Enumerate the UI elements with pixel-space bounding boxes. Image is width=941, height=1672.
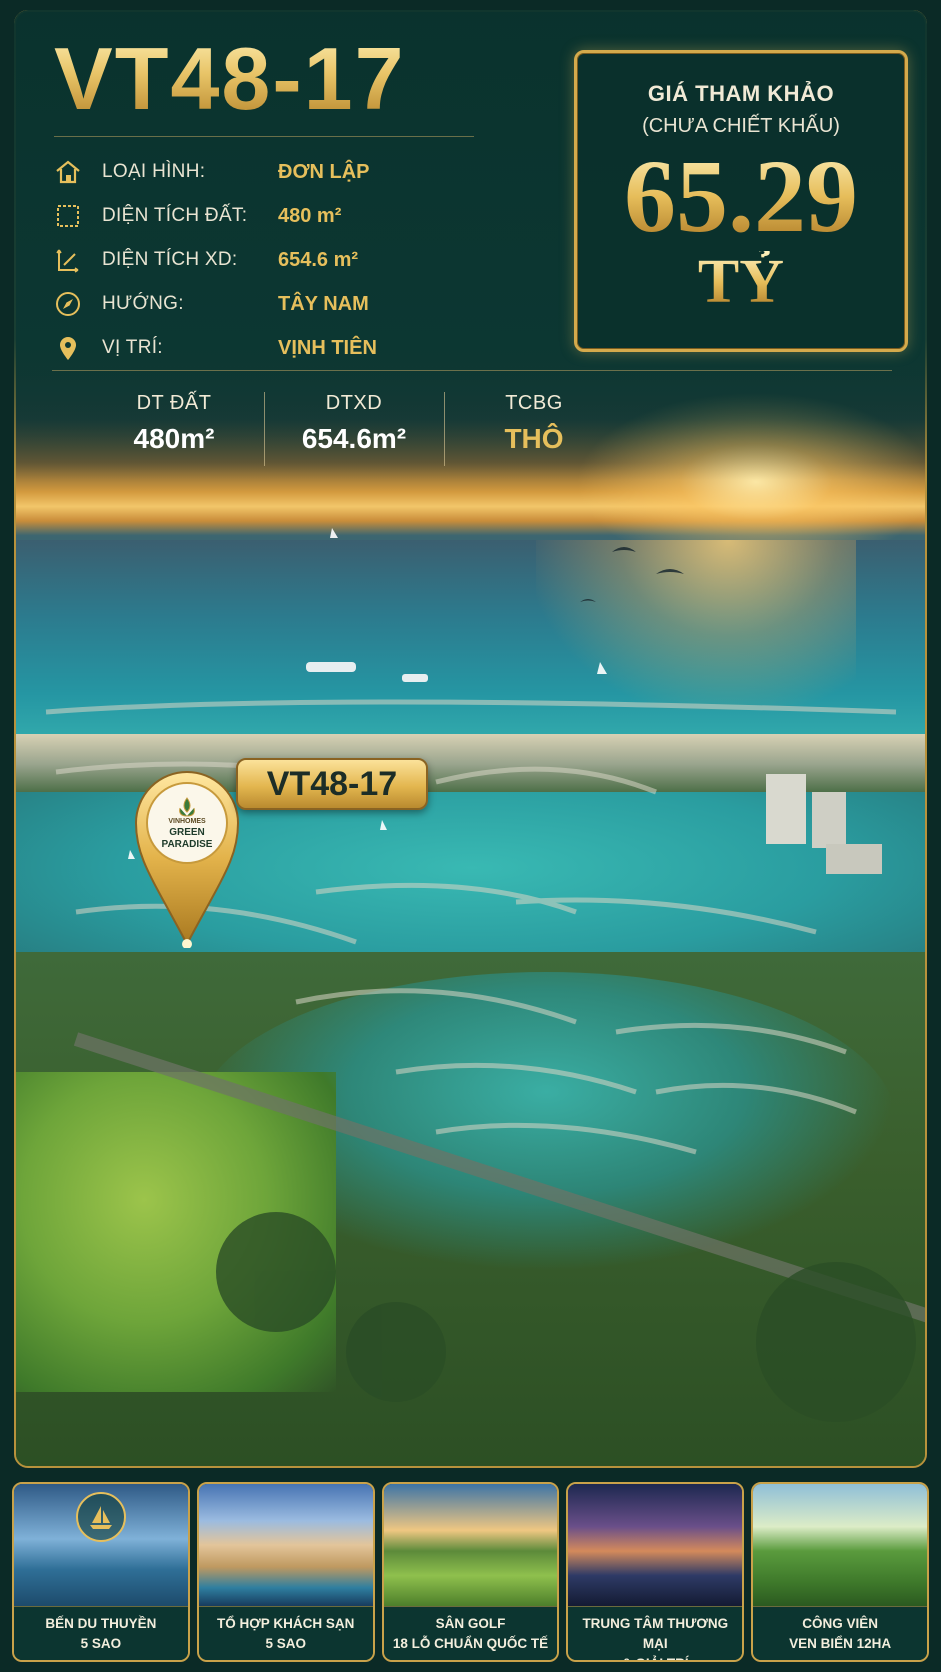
- spec-value: ĐƠN LẬP: [278, 160, 370, 183]
- stat-value: THÔ: [504, 423, 564, 454]
- stat-handover: TCBG THÔ: [444, 392, 624, 468]
- spec-label: LOẠI HÌNH:: [102, 161, 206, 182]
- spec-value: 480 m²: [278, 204, 342, 227]
- amenity-subtitle: VEN BIỂN 12HA: [789, 1636, 892, 1651]
- spec-label: VỊ TRÍ:: [102, 337, 163, 358]
- title-divider: [54, 136, 474, 137]
- specs-divider: [52, 370, 892, 371]
- park-photo: [753, 1484, 927, 1606]
- floor-area-icon: [52, 244, 84, 276]
- amenity-subtitle: 5 SAO: [265, 1636, 306, 1651]
- amenity-card-mall[interactable]: TRUNG TÂM THƯƠNG MẠI & GIẢI TRÍ: [566, 1482, 745, 1662]
- spec-value: VỊNH TIÊN: [278, 336, 377, 359]
- pin-shape: [134, 771, 240, 949]
- spec-value: 654.6 m²: [278, 248, 359, 271]
- amenity-subtitle: 18 LỖ CHUẨN QUỐC TẾ: [392, 1636, 549, 1651]
- price-value: 65.29: [577, 142, 905, 251]
- map-location-pin[interactable]: VINHOMES GREEN PARADISE: [132, 768, 242, 949]
- amenity-title: CÔNG VIÊN: [802, 1616, 878, 1631]
- amenity-card-marina[interactable]: BẾN DU THUYỀN 5 SAO: [12, 1482, 190, 1662]
- amenity-title: TỔ HỢP KHÁCH SẠN: [217, 1616, 355, 1631]
- amenity-subtitle: 5 SAO: [80, 1636, 122, 1651]
- pin-logo-line1: GREEN: [169, 827, 205, 838]
- price-label: GIÁ THAM KHẢO: [647, 81, 835, 106]
- stat-label: DT ĐẤT: [136, 392, 212, 414]
- amenity-title: TRUNG TÂM THƯƠNG MẠI: [582, 1616, 729, 1651]
- spec-list: LOẠI HÌNH: ĐƠN LẬP DIỆN TÍCH ĐẤT: 480 m²…: [52, 150, 512, 370]
- amenity-card-hotel[interactable]: TỔ HỢP KHÁCH SẠN 5 SAO: [196, 1482, 375, 1662]
- amenity-title: SÂN GOLF: [435, 1616, 506, 1631]
- amenity-title: BẾN DU THUYỀN: [45, 1616, 157, 1631]
- amenity-subtitle: & GIẢI TRÍ: [568, 1654, 742, 1660]
- price-unit: TỶ: [577, 251, 905, 313]
- spec-row-floor-area: DIỆN TÍCH XD: 654.6 m²: [52, 238, 512, 282]
- spec-row-location: VỊ TRÍ: VỊNH TIÊN: [52, 326, 512, 370]
- lot-code-title: VT48-17: [54, 29, 406, 128]
- stat-value: 480m²: [133, 423, 215, 454]
- amenity-caption: TRUNG TÂM THƯƠNG MẠI & GIẢI TRÍ: [568, 1606, 743, 1660]
- price-note: (CHƯA CHIẾT KHẤU): [642, 115, 840, 137]
- stat-label: DTXD: [325, 392, 383, 414]
- pin-logo-top: VINHOMES: [168, 818, 206, 825]
- sailboat-icon: [76, 1492, 126, 1542]
- amenity-caption: TỔ HỢP KHÁCH SẠN 5 SAO: [198, 1606, 373, 1660]
- stat-land-area: DT ĐẤT 480m²: [84, 392, 264, 468]
- mall-photo: [568, 1484, 743, 1606]
- lot-map-label: VT48-17: [236, 758, 428, 810]
- amenity-card-golf[interactable]: SÂN GOLF 18 LỖ CHUẨN QUỐC TẾ: [381, 1482, 560, 1662]
- stat-label: TCBG: [505, 392, 563, 414]
- spec-row-type: LOẠI HÌNH: ĐƠN LẬP: [52, 150, 512, 194]
- house-icon: [52, 156, 84, 188]
- golf-photo: [383, 1484, 558, 1606]
- spec-label: HƯỚNG:: [102, 293, 184, 314]
- location-pin-icon: [52, 332, 84, 364]
- stat-floor-area: DTXD 654.6m²: [264, 392, 444, 468]
- stats-bar: DT ĐẤT 480m² DTXD 654.6m² TCBG THÔ: [84, 392, 624, 468]
- amenity-caption: CÔNG VIÊN VEN BIỂN 12HA: [753, 1606, 927, 1660]
- stat-value: 654.6m²: [301, 423, 407, 454]
- land-area-icon: [52, 200, 84, 232]
- compass-icon: [52, 288, 84, 320]
- amenity-caption: SÂN GOLF 18 LỖ CHUẨN QUỐC TẾ: [383, 1606, 558, 1660]
- amenity-card-park[interactable]: CÔNG VIÊN VEN BIỂN 12HA: [751, 1482, 929, 1662]
- spec-value: TÂY NAM: [278, 292, 369, 315]
- spec-label: DIỆN TÍCH ĐẤT:: [102, 205, 248, 226]
- amenities-strip: BẾN DU THUYỀN 5 SAO TỔ HỢP KHÁCH SẠN 5 S…: [12, 1482, 929, 1662]
- pin-logo-line2: PARADISE: [161, 839, 213, 850]
- spec-label: DIỆN TÍCH XD:: [102, 249, 238, 270]
- price-box: GIÁ THAM KHẢO (CHƯA CHIẾT KHẤU) 65.29 TỶ: [574, 50, 908, 352]
- hotel-photo: [198, 1484, 373, 1606]
- amenity-caption: BẾN DU THUYỀN 5 SAO: [14, 1606, 188, 1660]
- spec-row-land-area: DIỆN TÍCH ĐẤT: 480 m²: [52, 194, 512, 238]
- spec-row-direction: HƯỚNG: TÂY NAM: [52, 282, 512, 326]
